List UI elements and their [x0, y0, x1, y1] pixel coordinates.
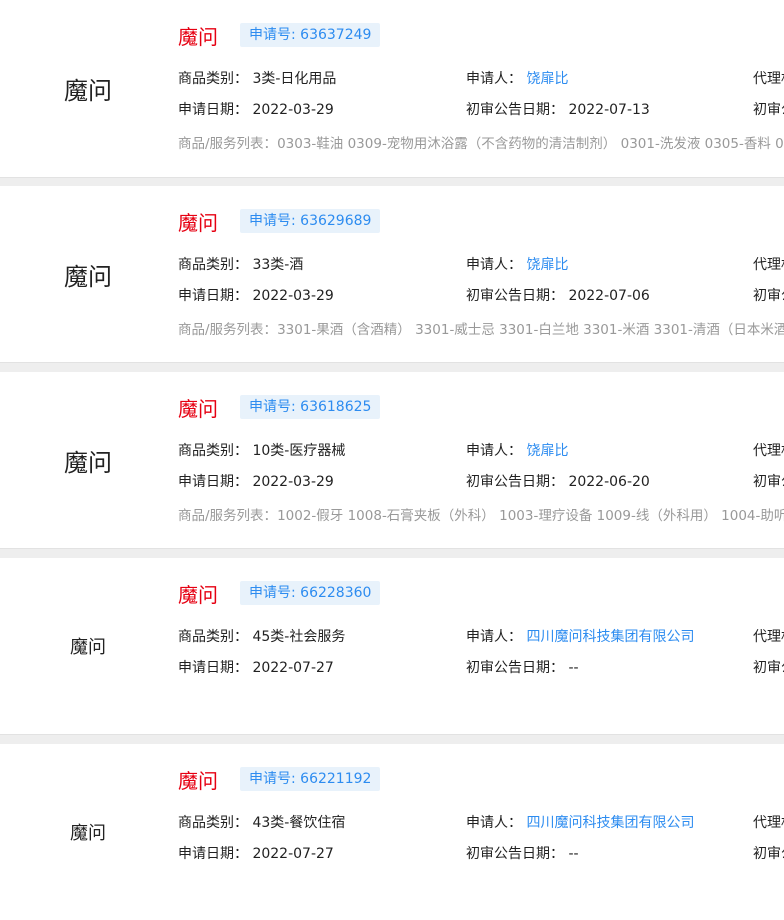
prelim-no-field: 初审公告期号：	[753, 660, 784, 676]
agent-field: 代理机构：	[753, 443, 784, 459]
category-field: 商品类别： 10类-医疗器械	[178, 443, 346, 459]
brand-name-link[interactable]: 魔问	[178, 579, 218, 608]
applicant-link[interactable]: 四川魔问科技集团有限公司	[526, 815, 694, 831]
trademark-card[interactable]: 魔问 魔问 申请号: 63637249 商品类别： 3类-日化用品 申请人： 饶…	[0, 0, 784, 177]
applicant-field: 申请人： 饶扉比	[466, 71, 569, 87]
registration-number-badge: 申请号: 63618625	[240, 395, 381, 419]
trademark-card[interactable]: 魔问 魔问 申请号: 66228360 商品类别： 45类-社会服务 申请人： …	[0, 558, 784, 734]
category-field: 商品类别： 45类-社会服务	[178, 629, 346, 645]
apply-date-field: 申请日期： 2022-03-29	[178, 474, 334, 490]
category-field: 商品类别： 33类-酒	[178, 257, 304, 273]
trademark-result-list: 魔问 魔问 申请号: 63637249 商品类别： 3类-日化用品 申请人： 饶…	[0, 0, 784, 920]
prelim-no-field: 初审公告期号：	[753, 288, 784, 304]
applicant-link[interactable]: 四川魔问科技集团有限公司	[526, 629, 694, 645]
title-row: 魔问 申请号: 66228360	[178, 579, 381, 608]
prelim-date-field: 初审公告日期： --	[466, 660, 579, 676]
prelim-date-field: 初审公告日期： 2022-06-20	[466, 474, 650, 490]
registration-number-badge: 申请号: 63637249	[240, 23, 381, 47]
trademark-logo-image[interactable]: 魔问	[0, 744, 176, 920]
apply-date-field: 申请日期： 2022-03-29	[178, 288, 334, 304]
agent-field: 代理机构：	[753, 257, 784, 273]
goods-service-list: 商品/服务列表：1002-假牙 1008-石膏夹板（外科） 1003-理疗设备 …	[178, 508, 784, 524]
applicant-field: 申请人： 四川魔问科技集团有限公司	[466, 815, 695, 831]
trademark-logo-image[interactable]: 魔问	[0, 558, 176, 734]
brand-name-link[interactable]: 魔问	[178, 765, 218, 794]
agent-field: 代理机构：	[753, 629, 784, 645]
brand-name-link[interactable]: 魔问	[178, 21, 218, 50]
agent-field: 代理机构：	[753, 815, 784, 831]
category-field: 商品类别： 3类-日化用品	[178, 71, 337, 87]
brand-name-link[interactable]: 魔问	[178, 207, 218, 236]
applicant-field: 申请人： 四川魔问科技集团有限公司	[466, 629, 695, 645]
trademark-card[interactable]: 魔问 魔问 申请号: 63618625 商品类别： 10类-医疗器械 申请人： …	[0, 372, 784, 548]
apply-date-field: 申请日期： 2022-07-27	[178, 660, 334, 676]
prelim-no-field: 初审公告期号：	[753, 474, 784, 490]
category-field: 商品类别： 43类-餐饮住宿	[178, 815, 346, 831]
title-row: 魔问 申请号: 66221192	[178, 765, 381, 794]
goods-service-list: 商品/服务列表：3301-果酒（含酒精） 3301-威士忌 3301-白兰地 3…	[178, 322, 784, 338]
prelim-date-field: 初审公告日期： 2022-07-06	[466, 288, 650, 304]
applicant-link[interactable]: 饶扉比	[526, 443, 568, 459]
prelim-date-field: 初审公告日期： --	[466, 846, 579, 862]
registration-number-badge: 申请号: 66221192	[240, 767, 381, 791]
title-row: 魔问 申请号: 63637249	[178, 21, 381, 50]
logo-text: 魔问	[70, 823, 106, 844]
logo-text: 魔问	[64, 77, 112, 105]
prelim-date-field: 初审公告日期： 2022-07-13	[466, 102, 650, 118]
goods-service-list: 商品/服务列表：0303-鞋油 0309-宠物用沐浴露（不含药物的清洁制剂） 0…	[178, 136, 784, 152]
brand-name-link[interactable]: 魔问	[178, 393, 218, 422]
logo-text: 魔问	[64, 262, 112, 291]
applicant-link[interactable]: 饶扉比	[526, 257, 568, 273]
apply-date-field: 申请日期： 2022-07-27	[178, 846, 334, 862]
trademark-logo-image[interactable]: 魔问	[0, 0, 176, 177]
logo-text: 魔问	[70, 637, 106, 658]
applicant-field: 申请人： 饶扉比	[466, 257, 569, 273]
apply-date-field: 申请日期： 2022-03-29	[178, 102, 334, 118]
trademark-card[interactable]: 魔问 魔问 申请号: 66221192 商品类别： 43类-餐饮住宿 申请人： …	[0, 744, 784, 920]
title-row: 魔问 申请号: 63618625	[178, 393, 381, 422]
registration-number-badge: 申请号: 63629689	[240, 209, 381, 233]
applicant-field: 申请人： 饶扉比	[466, 443, 569, 459]
prelim-no-field: 初审公告期号：	[753, 102, 784, 118]
title-row: 魔问 申请号: 63629689	[178, 207, 381, 236]
registration-number-badge: 申请号: 66228360	[240, 581, 381, 605]
applicant-link[interactable]: 饶扉比	[526, 71, 568, 87]
trademark-logo-image[interactable]: 魔问	[0, 186, 176, 362]
agent-field: 代理机构：	[753, 71, 784, 87]
logo-text: 魔问	[64, 448, 112, 477]
trademark-card[interactable]: 魔问 魔问 申请号: 63629689 商品类别： 33类-酒 申请人： 饶扉比…	[0, 186, 784, 362]
prelim-no-field: 初审公告期号：	[753, 846, 784, 862]
trademark-logo-image[interactable]: 魔问	[0, 372, 176, 548]
